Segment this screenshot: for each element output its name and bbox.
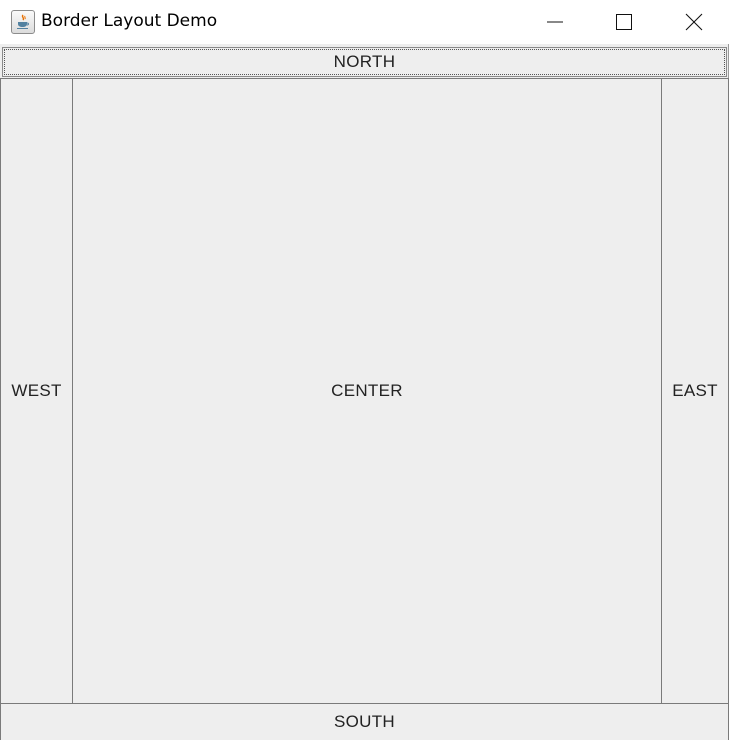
- minimize-icon: [547, 21, 563, 23]
- center-button[interactable]: CENTER: [72, 78, 662, 704]
- east-label: EAST: [672, 381, 718, 400]
- east-button[interactable]: EAST: [661, 78, 729, 704]
- close-button[interactable]: [664, 0, 724, 44]
- maximize-button[interactable]: [594, 0, 654, 44]
- north-label: NORTH: [333, 52, 396, 71]
- west-label: WEST: [11, 381, 62, 400]
- close-icon: [685, 13, 703, 31]
- java-coffee-icon[interactable]: [11, 10, 35, 34]
- center-label: CENTER: [331, 381, 403, 400]
- north-button[interactable]: NORTH: [2, 47, 727, 77]
- south-label: SOUTH: [334, 712, 395, 731]
- minimize-button[interactable]: [525, 0, 585, 44]
- south-button[interactable]: SOUTH: [0, 703, 729, 740]
- title-bar[interactable]: Border Layout Demo: [0, 0, 729, 44]
- west-button[interactable]: WEST: [0, 78, 73, 704]
- app-window: Border Layout Demo NORTH WEST CENTER EAS…: [0, 0, 729, 740]
- maximize-icon: [616, 14, 632, 30]
- window-title: Border Layout Demo: [41, 11, 218, 31]
